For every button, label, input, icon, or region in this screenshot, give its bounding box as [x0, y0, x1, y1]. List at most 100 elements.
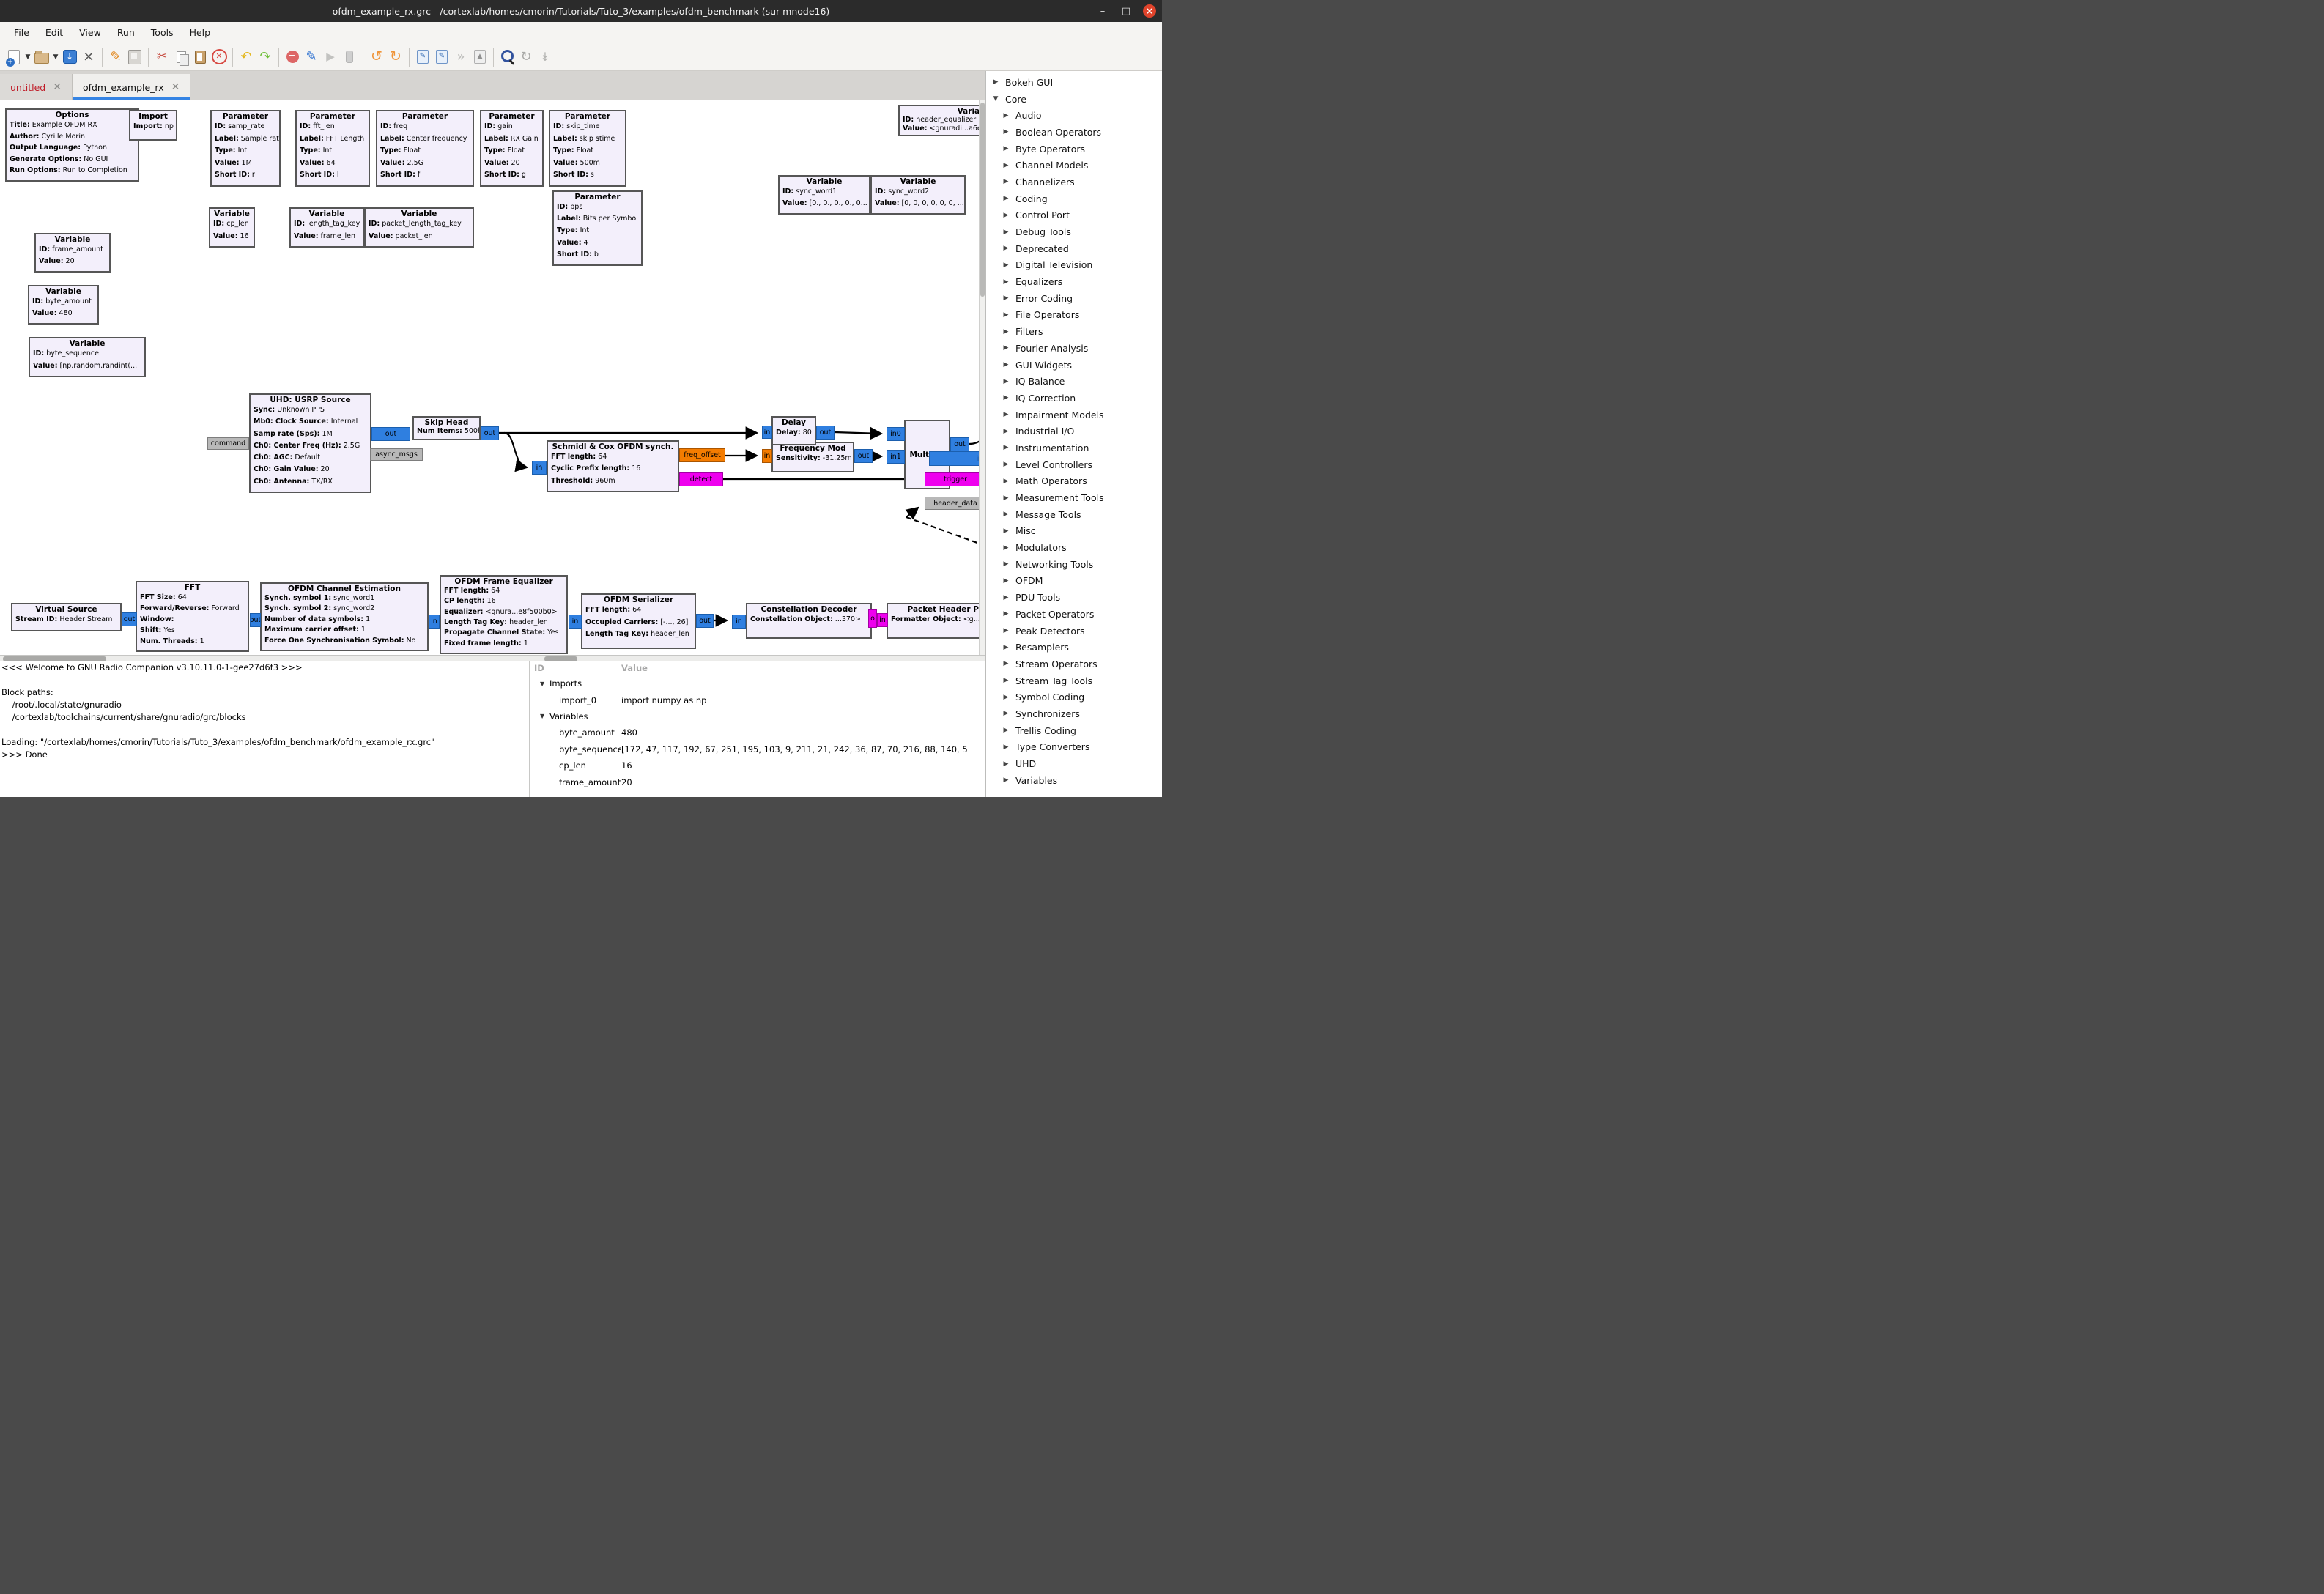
- block-param-skip-time[interactable]: ParameterID: skip_timeLabel: skip stimeT…: [549, 110, 626, 187]
- port-out[interactable]: out: [854, 449, 873, 463]
- block-ofdm-frame-equalizer[interactable]: OFDM Frame EqualizerFFT length: 64CP len…: [440, 575, 568, 654]
- undo-button[interactable]: ↶: [237, 46, 256, 68]
- port-command[interactable]: command: [207, 437, 249, 450]
- redo-button[interactable]: ↷: [256, 46, 275, 68]
- sidebar-item-synchronizers[interactable]: ▶Synchronizers: [986, 705, 1162, 722]
- block-var-header-equalizer[interactable]: VariableID: header_equalizerValue: <gnur…: [898, 105, 985, 136]
- port-in[interactable]: in: [762, 449, 772, 463]
- chevron-right-icon[interactable]: ▶: [1001, 195, 1011, 202]
- enable-block-button[interactable]: ✎: [413, 46, 432, 68]
- block-var-byte-sequence[interactable]: VariableID: byte_sequenceValue: [np.rand…: [29, 337, 146, 377]
- sidebar-item-modulators[interactable]: ▶Modulators: [986, 539, 1162, 556]
- sidebar-item-level-controllers[interactable]: ▶Level Controllers: [986, 456, 1162, 473]
- block-frequency-mod[interactable]: Frequency ModSensitivity: -31.25m: [771, 442, 854, 472]
- menu-tools[interactable]: Tools: [143, 27, 182, 38]
- sidebar-item-uhd[interactable]: ▶UHD: [986, 755, 1162, 772]
- rotate-cw-button[interactable]: ↻: [386, 46, 405, 68]
- port-o[interactable]: o: [868, 609, 877, 628]
- block-param-samp-rate[interactable]: ParameterID: samp_rateLabel: Sample rate…: [210, 110, 281, 187]
- block-var-byte-amount[interactable]: VariableID: byte_amountValue: 480: [28, 285, 99, 325]
- block-param-bps[interactable]: ParameterID: bpsLabel: Bits per SymbolTy…: [552, 190, 643, 266]
- block-constellation-decoder[interactable]: Constellation DecoderConstellation Objec…: [746, 603, 872, 639]
- errors-button[interactable]: −: [283, 46, 302, 68]
- scroll-down-button[interactable]: ↡: [536, 46, 555, 68]
- chevron-right-icon[interactable]: ▶: [1001, 727, 1011, 734]
- delete-button[interactable]: ✕: [210, 46, 229, 68]
- port-in[interactable]: in: [762, 426, 772, 439]
- chevron-right-icon[interactable]: ▶: [1001, 760, 1011, 768]
- chevron-right-icon[interactable]: ▶: [1001, 411, 1011, 418]
- chevron-right-icon[interactable]: ▶: [1001, 577, 1011, 585]
- block-var-length-tag-key[interactable]: VariableID: length_tag_keyValue: frame_l…: [289, 207, 364, 248]
- chevron-right-icon[interactable]: ▶: [1001, 444, 1011, 451]
- open-flowgraph-button[interactable]: [32, 46, 51, 68]
- chevron-right-icon[interactable]: ▶: [1001, 145, 1011, 152]
- copy-button[interactable]: [171, 46, 190, 68]
- chevron-right-icon[interactable]: ▶: [1001, 394, 1011, 401]
- chevron-right-icon[interactable]: ▶: [1001, 544, 1011, 552]
- chevron-right-icon[interactable]: ▶: [1001, 112, 1011, 119]
- flowgraph-properties-button[interactable]: ✎: [106, 46, 125, 68]
- chevron-right-icon[interactable]: ▶: [1001, 278, 1011, 286]
- sidebar-item-misc[interactable]: ▶Misc: [986, 523, 1162, 540]
- varpanel-row-cp_len[interactable]: cp_len16: [530, 757, 986, 774]
- sidebar-item-boolean-operators[interactable]: ▶Boolean Operators: [986, 124, 1162, 141]
- flowgraph-canvas[interactable]: OptionsTitle: Example OFDM RXAuthor: Cyr…: [0, 100, 985, 655]
- chevron-right-icon[interactable]: ▶: [1001, 594, 1011, 601]
- chevron-right-icon[interactable]: ▶: [1001, 677, 1011, 684]
- chevron-right-icon[interactable]: ▶: [1001, 428, 1011, 435]
- block-options[interactable]: OptionsTitle: Example OFDM RXAuthor: Cyr…: [5, 108, 139, 182]
- block-var-frame-amount[interactable]: VariableID: frame_amountValue: 20: [34, 233, 111, 273]
- disable-block-button[interactable]: ✎: [432, 46, 451, 68]
- chevron-right-icon[interactable]: ▶: [1001, 710, 1011, 717]
- port-out[interactable]: out: [481, 426, 499, 440]
- collapse-arrow-icon[interactable]: ▼: [530, 681, 549, 687]
- chevron-right-icon[interactable]: ▶: [1001, 694, 1011, 701]
- sidebar-item-symbol-coding[interactable]: ▶Symbol Coding: [986, 689, 1162, 705]
- generate-button[interactable]: ✎: [302, 46, 321, 68]
- sidebar-item-industrial-i-o[interactable]: ▶Industrial I/O: [986, 423, 1162, 440]
- block-var-sync-word1[interactable]: VariableID: sync_word1Value: [0., 0., 0.…: [778, 175, 870, 215]
- sidebar-item-measurement-tools[interactable]: ▶Measurement Tools: [986, 489, 1162, 506]
- wire[interactable]: [835, 432, 881, 434]
- varpanel-group-imports[interactable]: ▼Imports: [530, 675, 986, 692]
- chevron-right-icon[interactable]: ▶: [1001, 494, 1011, 502]
- menu-run[interactable]: Run: [109, 27, 143, 38]
- port-header_data[interactable]: header_data: [925, 497, 985, 510]
- tab-close-icon[interactable]: ✕: [53, 81, 62, 93]
- chevron-right-icon[interactable]: ▶: [1001, 511, 1011, 518]
- chevron-right-icon[interactable]: ▶: [1001, 560, 1011, 568]
- menu-file[interactable]: File: [6, 27, 37, 38]
- sidebar-item-networking-tools[interactable]: ▶Networking Tools: [986, 556, 1162, 573]
- wire[interactable]: [906, 517, 985, 546]
- port-out[interactable]: out: [950, 437, 969, 451]
- sidebar-item-byte-operators[interactable]: ▶Byte Operators: [986, 141, 1162, 157]
- minimize-button[interactable]: –: [1096, 6, 1109, 17]
- sidebar-item-iq-correction[interactable]: ▶IQ Correction: [986, 390, 1162, 407]
- sidebar-item-control-port[interactable]: ▶Control Port: [986, 207, 1162, 224]
- chevron-right-icon[interactable]: ▶: [1001, 644, 1011, 651]
- sidebar-item-resamplers[interactable]: ▶Resamplers: [986, 639, 1162, 656]
- menu-help[interactable]: Help: [182, 27, 219, 38]
- kill-button[interactable]: [340, 46, 359, 68]
- menu-edit[interactable]: Edit: [37, 27, 71, 38]
- chevron-right-icon[interactable]: ▶: [1001, 344, 1011, 352]
- sidebar-item-type-converters[interactable]: ▶Type Converters: [986, 739, 1162, 756]
- sidebar-item-trellis-coding[interactable]: ▶Trellis Coding: [986, 722, 1162, 739]
- sidebar-item-debug-tools[interactable]: ▶Debug Tools: [986, 223, 1162, 240]
- block-ofdm-channel-estimation[interactable]: OFDM Channel EstimationSynch. symbol 1: …: [260, 582, 429, 651]
- chevron-right-icon[interactable]: ▶: [1001, 178, 1011, 185]
- chevron-right-icon[interactable]: ▶: [1001, 610, 1011, 618]
- block-virtual-source[interactable]: Virtual SourceStream ID: Header Stream: [11, 603, 122, 631]
- sidebar-item-pdu-tools[interactable]: ▶PDU Tools: [986, 589, 1162, 606]
- sidebar-item-stream-operators[interactable]: ▶Stream Operators: [986, 656, 1162, 672]
- save-flowgraph-button[interactable]: ↓: [60, 46, 79, 68]
- varpanel-row-frame_amount[interactable]: frame_amount20: [530, 774, 986, 790]
- chevron-down-icon[interactable]: ▼: [991, 95, 1001, 103]
- close-flowgraph-button[interactable]: ×: [79, 46, 98, 68]
- block-ofdm-serializer[interactable]: OFDM SerializerFFT length: 64Occupied Ca…: [581, 593, 696, 649]
- block-var-sync-word2[interactable]: VariableID: sync_word2Value: [0, 0, 0, 0…: [870, 175, 966, 215]
- port-out[interactable]: out: [816, 426, 835, 440]
- chevron-right-icon[interactable]: ▶: [1001, 229, 1011, 236]
- port-trigger[interactable]: trigger: [925, 472, 985, 486]
